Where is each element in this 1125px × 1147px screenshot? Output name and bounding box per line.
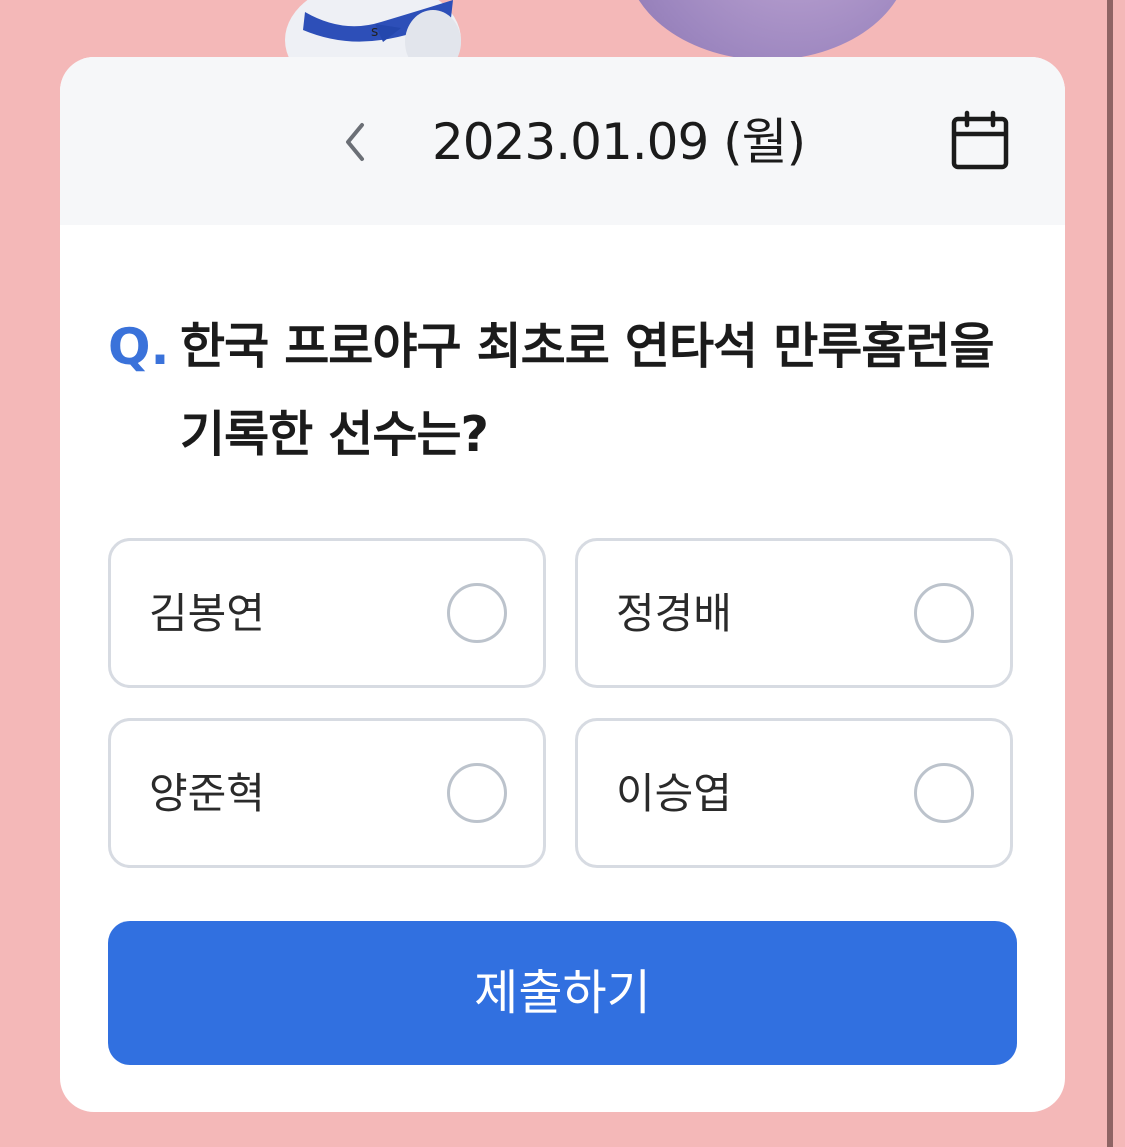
date-label: 2023.01.09 (월): [432, 113, 806, 171]
purple-ball-decoration: [625, 0, 910, 60]
answer-option-label: 김봉연: [149, 589, 265, 638]
answer-option-label: 양준혁: [149, 769, 265, 818]
calendar-button[interactable]: [948, 109, 1014, 175]
radio-circle-icon[interactable]: [914, 583, 974, 643]
answer-option-label: 이승엽: [616, 769, 732, 818]
question-marker: Q.: [108, 318, 170, 376]
svg-text:s: s: [371, 24, 378, 40]
chevron-left-icon: [346, 123, 364, 161]
answer-option-1[interactable]: 김봉연: [108, 538, 546, 688]
answer-option-3[interactable]: 양준혁: [108, 718, 546, 868]
radio-circle-icon[interactable]: [447, 763, 507, 823]
date-header: 2023.01.09 (월): [60, 57, 1065, 225]
page-edge: [1107, 0, 1113, 1147]
submit-button[interactable]: 제출하기: [108, 921, 1017, 1065]
prev-day-button[interactable]: [330, 112, 380, 172]
radio-circle-icon[interactable]: [447, 583, 507, 643]
calendar-icon: [951, 110, 1009, 170]
quiz-card: 2023.01.09 (월) Q. 한국 프로야구 최초로 연타석 만루홈런을 …: [60, 57, 1065, 1112]
radio-circle-icon[interactable]: [914, 763, 974, 823]
answer-option-2[interactable]: 정경배: [575, 538, 1013, 688]
answer-option-label: 정경배: [616, 589, 732, 638]
question-text: 한국 프로야구 최초로 연타석 만루홈런을 기록한 선수는?: [180, 318, 995, 463]
answer-option-4[interactable]: 이승엽: [575, 718, 1013, 868]
